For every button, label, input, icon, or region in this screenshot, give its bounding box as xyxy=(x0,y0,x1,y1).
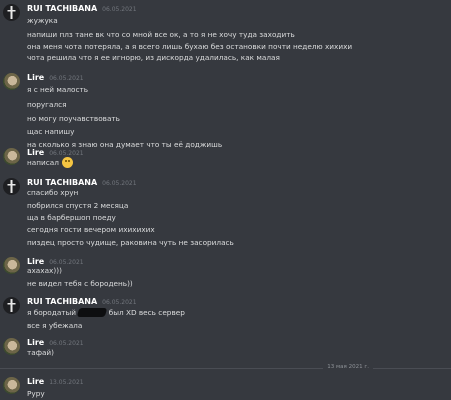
message-text: поругался xyxy=(27,100,67,109)
message-header: Lire 06.05.2021 xyxy=(27,257,84,266)
message-header: Lire 06.05.2021 xyxy=(27,148,84,157)
avatar[interactable] xyxy=(3,338,20,355)
author-name[interactable]: Lire xyxy=(27,338,44,347)
author-name[interactable]: Lire xyxy=(27,148,44,157)
redaction-scribble xyxy=(77,308,108,317)
message-text: сегодня гости вечером ихихихих xyxy=(27,225,155,234)
message-text: ща в барбершоп поеду xyxy=(27,213,116,222)
message-text: написал xyxy=(27,157,73,168)
timestamp: 13.05.2021 xyxy=(49,379,84,386)
dagger-icon xyxy=(7,6,16,19)
timestamp: 06.05.2021 xyxy=(102,299,137,306)
author-name[interactable]: RUI TACHIBANA xyxy=(27,297,97,306)
timestamp: 06.05.2021 xyxy=(102,6,137,13)
message-text: побрился спустя 2 месяца xyxy=(27,201,129,210)
author-name[interactable]: RUI TACHIBANA xyxy=(27,178,97,187)
message-header: Lire 13.05.2021 xyxy=(27,377,84,386)
avatar[interactable] xyxy=(3,297,20,314)
message-text: не видел тебя с бородень)) xyxy=(27,279,133,288)
message-text: я с ней малость xyxy=(27,85,89,94)
message-text: тафай) xyxy=(27,348,55,357)
author-name[interactable]: Lire xyxy=(27,377,44,386)
message-header: RUI TACHIBANA 06.05.2021 xyxy=(27,178,137,187)
message-text: напиши плз тане вк что со мной все ок, а… xyxy=(27,30,295,39)
dagger-icon xyxy=(7,180,16,193)
timestamp: 06.05.2021 xyxy=(102,180,137,187)
timestamp: 06.05.2021 xyxy=(49,340,84,347)
message-text: ахахах))) xyxy=(27,266,62,275)
author-name[interactable]: RUI TACHIBANA xyxy=(27,4,97,13)
date-divider xyxy=(0,368,451,369)
avatar[interactable] xyxy=(3,4,20,21)
message-header: RUI TACHIBANA 06.05.2021 xyxy=(27,297,137,306)
avatar[interactable] xyxy=(3,73,20,90)
message-text: жужука xyxy=(27,16,58,25)
avatar[interactable] xyxy=(3,178,20,195)
message-text: Руру xyxy=(27,389,45,398)
author-name[interactable]: Lire xyxy=(27,257,44,266)
timestamp: 06.05.2021 xyxy=(49,259,84,266)
author-name[interactable]: Lire xyxy=(27,73,44,82)
message-header: RUI TACHIBANA 06.05.2021 xyxy=(27,4,137,13)
message-header: Lire 06.05.2021 xyxy=(27,73,84,82)
message-text: но могу поучавствовать xyxy=(27,114,120,123)
dagger-icon xyxy=(7,299,16,312)
avatar[interactable] xyxy=(3,148,20,165)
message-header: Lire 06.05.2021 xyxy=(27,338,84,347)
message-text-content: был XD весь сервер xyxy=(108,308,185,317)
avatar[interactable] xyxy=(3,257,20,274)
message-text: щас напишу xyxy=(27,127,75,136)
avatar[interactable] xyxy=(3,377,20,394)
message-text: я бородатый был XD весь сервер xyxy=(27,308,185,317)
message-text: она меня чота потеряла, а я всего лишь б… xyxy=(27,42,353,51)
message-text: все я убежала xyxy=(27,321,83,330)
message-text-content: написал xyxy=(27,158,59,167)
slightly-smiling-face-emoji-icon xyxy=(61,157,73,168)
timestamp: 06.05.2021 xyxy=(49,150,84,157)
message-text: чота решила что я ее игнорю, из дискорда… xyxy=(27,53,280,62)
timestamp: 06.05.2021 xyxy=(49,75,84,82)
message-text: спасибо хрун xyxy=(27,188,79,197)
date-divider-label: 13 мая 2021 г. xyxy=(323,364,373,370)
message-text-content: я бородатый xyxy=(27,308,77,317)
message-text: пиздец просто чудище, раковина чуть не з… xyxy=(27,238,234,247)
